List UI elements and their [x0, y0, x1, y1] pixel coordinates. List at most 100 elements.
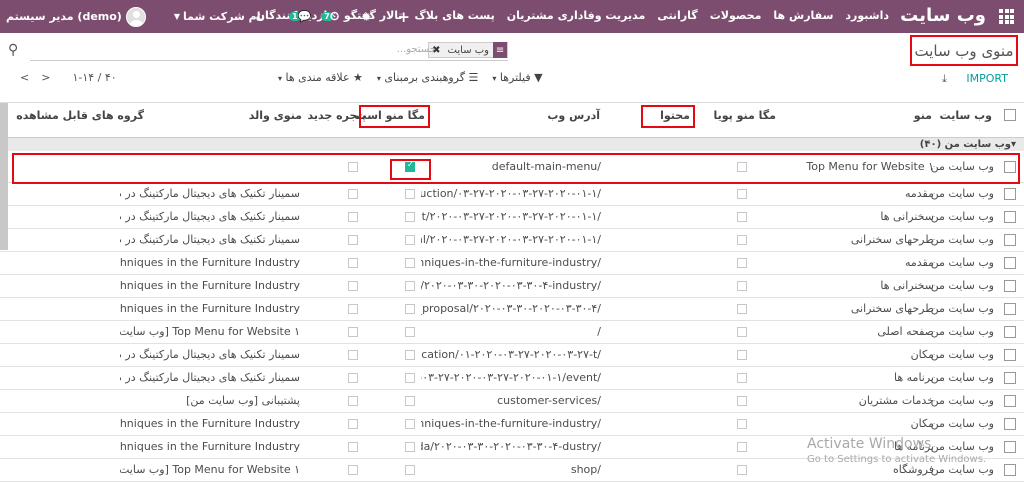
col-groups[interactable]: گروه های قابل مشاهده [16, 109, 144, 122]
menu-item[interactable]: پست های بلاگ [415, 9, 495, 22]
bug-icon[interactable]: ✹ [361, 10, 371, 24]
activity-menu[interactable]: 7 ⏲ [321, 9, 339, 24]
scrollbar[interactable] [0, 103, 8, 250]
is-mega-checkbox [405, 373, 415, 383]
search-bar[interactable]: ≡ وب سایت ✖ جستجو... [30, 41, 508, 61]
row-checkbox[interactable] [1004, 395, 1016, 407]
col-parent[interactable]: منوی والد [249, 109, 302, 122]
row-checkbox[interactable] [1004, 234, 1016, 246]
cell-menu: سخنرانی ها [880, 210, 934, 223]
cell-url: /shop [570, 463, 601, 476]
table-row[interactable]: وب سایت منطرحهای سخنرانی/track_proposal/… [0, 229, 1024, 252]
row-checkbox[interactable] [1004, 326, 1016, 338]
table-row[interactable]: وب سایت منمکان/page/location/۰۱-۲۰۲۰-۰۳-… [0, 344, 1024, 367]
table-row[interactable]: وب سایت منسخنرانی ها/track/event/۲۰۲۰-۰۳… [0, 206, 1024, 229]
mega-dynamic-checkbox [737, 465, 747, 475]
mega-dynamic-checkbox [737, 396, 747, 406]
row-checkbox[interactable] [1004, 441, 1016, 453]
caret-down-icon: ▼ [173, 12, 180, 21]
search-icon[interactable]: ⚲ [8, 42, 18, 58]
filters-button[interactable]: ▼ فیلترها ▾ [492, 71, 542, 84]
systray: مدیر سیستم (demo) ▼ نام شرکت شما 1 💬 7 ⏲… [6, 0, 410, 33]
cell-url: /page/introduction/۰۳-۲۷-۲۰۲۰-۰۳-۲۷-۲۰۲۰… [421, 187, 601, 200]
user-menu[interactable]: مدیر سیستم (demo) [6, 6, 146, 27]
cell-url: /track/event/۲۰۲۰-۰۳-۲۷-۲۰۲۰-۰۳-۲۷-۲۰۲۰-… [421, 210, 601, 223]
menu-item[interactable]: مدیریت وفاداری مشتریان [507, 9, 646, 22]
is-mega-checkbox [405, 304, 415, 314]
row-checkbox[interactable] [1004, 464, 1016, 476]
is-mega-checkbox [405, 189, 415, 199]
cell-parent: سمینار تکنیک های دیجیتال مارکتینگ در صن.… [120, 348, 300, 361]
new-window-checkbox [348, 373, 358, 383]
menu-item[interactable]: سفارش ها [773, 9, 833, 22]
col-website[interactable]: وب سایت [940, 109, 992, 122]
table-row[interactable]: وب سایت منسخنرانی ها/track/۲۰۲۰-۰۳-۳۰-۲۰… [0, 275, 1024, 298]
table-header: وب سایت منو مگا منو پویا محتوا آدرس وب م… [0, 103, 1024, 129]
table-row[interactable]: وب سایت منمکان/ing-techniques-in-the-fur… [0, 413, 1024, 436]
group-by-button[interactable]: ☰ گروهبندی برمبنای ▾ [377, 71, 478, 84]
new-window-checkbox [348, 235, 358, 245]
group-header[interactable]: ▾وب سایت من (۴۰) [0, 137, 1024, 151]
pager-prev-icon[interactable]: < [20, 71, 29, 84]
new-window-checkbox [348, 258, 358, 268]
is-mega-checkbox [405, 465, 415, 475]
caret-down-icon: ▾ [1010, 139, 1016, 150]
row-checkbox[interactable] [1004, 418, 1016, 430]
top-navbar: وب سایت داشبورد سفارش ها محصولات گارانتی مدی… [0, 0, 1024, 33]
cell-url: /track/۲۰۲۰-۰۳-۳۰-۲۰۲۰-۰۳-۳۰-۴-industry-… [421, 279, 601, 292]
mega-dynamic-checkbox [737, 327, 747, 337]
cell-menu: برنامه ها [894, 371, 934, 384]
cell-menu: مکان [910, 348, 934, 361]
download-icon[interactable]: ⤓ [942, 72, 947, 86]
col-menu[interactable]: منو [914, 109, 932, 122]
mega-dynamic-checkbox [737, 212, 747, 222]
pager-value[interactable]: ۱-۱۴ / ۴۰ [72, 71, 116, 84]
company-name: نام شرکت شما [183, 10, 266, 23]
row-checkbox[interactable] [1004, 280, 1016, 292]
table-row[interactable]: وب سایت من صفحه اصلی / Top Menu for Website… [0, 321, 1024, 344]
pager-next-icon[interactable]: > [41, 71, 50, 84]
caret-down-icon: ▾ [376, 74, 381, 83]
table-row[interactable]: وب سایت منبرنامه ها/agenda/۲۰۲۰-۰۳-۲۷-۲۰… [0, 367, 1024, 390]
col-new-window[interactable]: پنجره جدید [308, 109, 366, 122]
cell-parent: سمینار تکنیک های دیجیتال مارکتینگ در صن.… [120, 233, 300, 246]
cell-menu: مکان [910, 417, 934, 430]
new-window-checkbox [348, 212, 358, 222]
table-row[interactable]: وب سایت منطرحهای سخنرانی/track_proposal/… [0, 298, 1024, 321]
is-mega-checkbox [405, 281, 415, 291]
page-title: منوی وب سایت [910, 35, 1018, 66]
mega-dynamic-checkbox [737, 373, 747, 383]
apps-menu-icon[interactable] [999, 9, 1014, 24]
mega-dynamic-checkbox [737, 281, 747, 291]
favorites-button[interactable]: ★ علاقه مندی ها ▾ [278, 71, 363, 84]
company-switcher[interactable]: ▼ نام شرکت شما [174, 10, 265, 23]
search-input[interactable]: جستجو... [397, 44, 436, 55]
activation-watermark: Activate Windows Go to Settings to activ… [807, 436, 986, 468]
row-checkbox[interactable] [1004, 257, 1016, 269]
add-icon[interactable]: + [397, 8, 410, 26]
new-window-checkbox [348, 304, 358, 314]
row-checkbox[interactable] [1004, 349, 1016, 361]
table-row[interactable]: وب سایت منمقدمه/ing-techniques-in-the-fu… [0, 252, 1024, 275]
select-all-checkbox[interactable] [1004, 109, 1016, 121]
cell-parent: پشتیبانی [وب سایت من] [186, 394, 300, 407]
chat-menu[interactable]: 1 💬 [289, 10, 311, 23]
import-button[interactable]: IMPORT [966, 72, 1008, 85]
is-mega-checkbox [405, 212, 415, 222]
menu-item[interactable]: محصولات [710, 9, 762, 22]
row-checkbox[interactable] [1004, 372, 1016, 384]
table-row[interactable]: وب سایت من خدمات مشتریان/customer-service… [0, 390, 1024, 413]
cell-url: /customer-services [497, 394, 601, 407]
cell-url: /track_proposal/۲۰۲۰-۰۳-۲۷-۲۰۲۰-۰۳-۲۷-۲۰… [421, 233, 601, 246]
col-mega-dynamic[interactable]: مگا منو پویا [714, 109, 776, 122]
col-url[interactable]: آدرس وب [547, 109, 600, 122]
cell-parent: ng Techniques in the Furniture Industry.… [120, 256, 300, 269]
cell-url: /page/location/۰۱-۲۰۲۰-۰۳-۲۷-۲۰۲۰-۰۳-۲۷-… [421, 348, 601, 361]
menu-item[interactable]: گارانتی [657, 9, 697, 22]
app-brand[interactable]: وب سایت [900, 5, 986, 26]
row-checkbox[interactable] [1004, 211, 1016, 223]
menu-item[interactable]: داشبورد [845, 9, 889, 22]
table-row[interactable]: وب سایت منمقدمه/page/introduction/۰۳-۲۷-… [0, 183, 1024, 206]
row-checkbox[interactable] [1004, 188, 1016, 200]
row-checkbox[interactable] [1004, 303, 1016, 315]
